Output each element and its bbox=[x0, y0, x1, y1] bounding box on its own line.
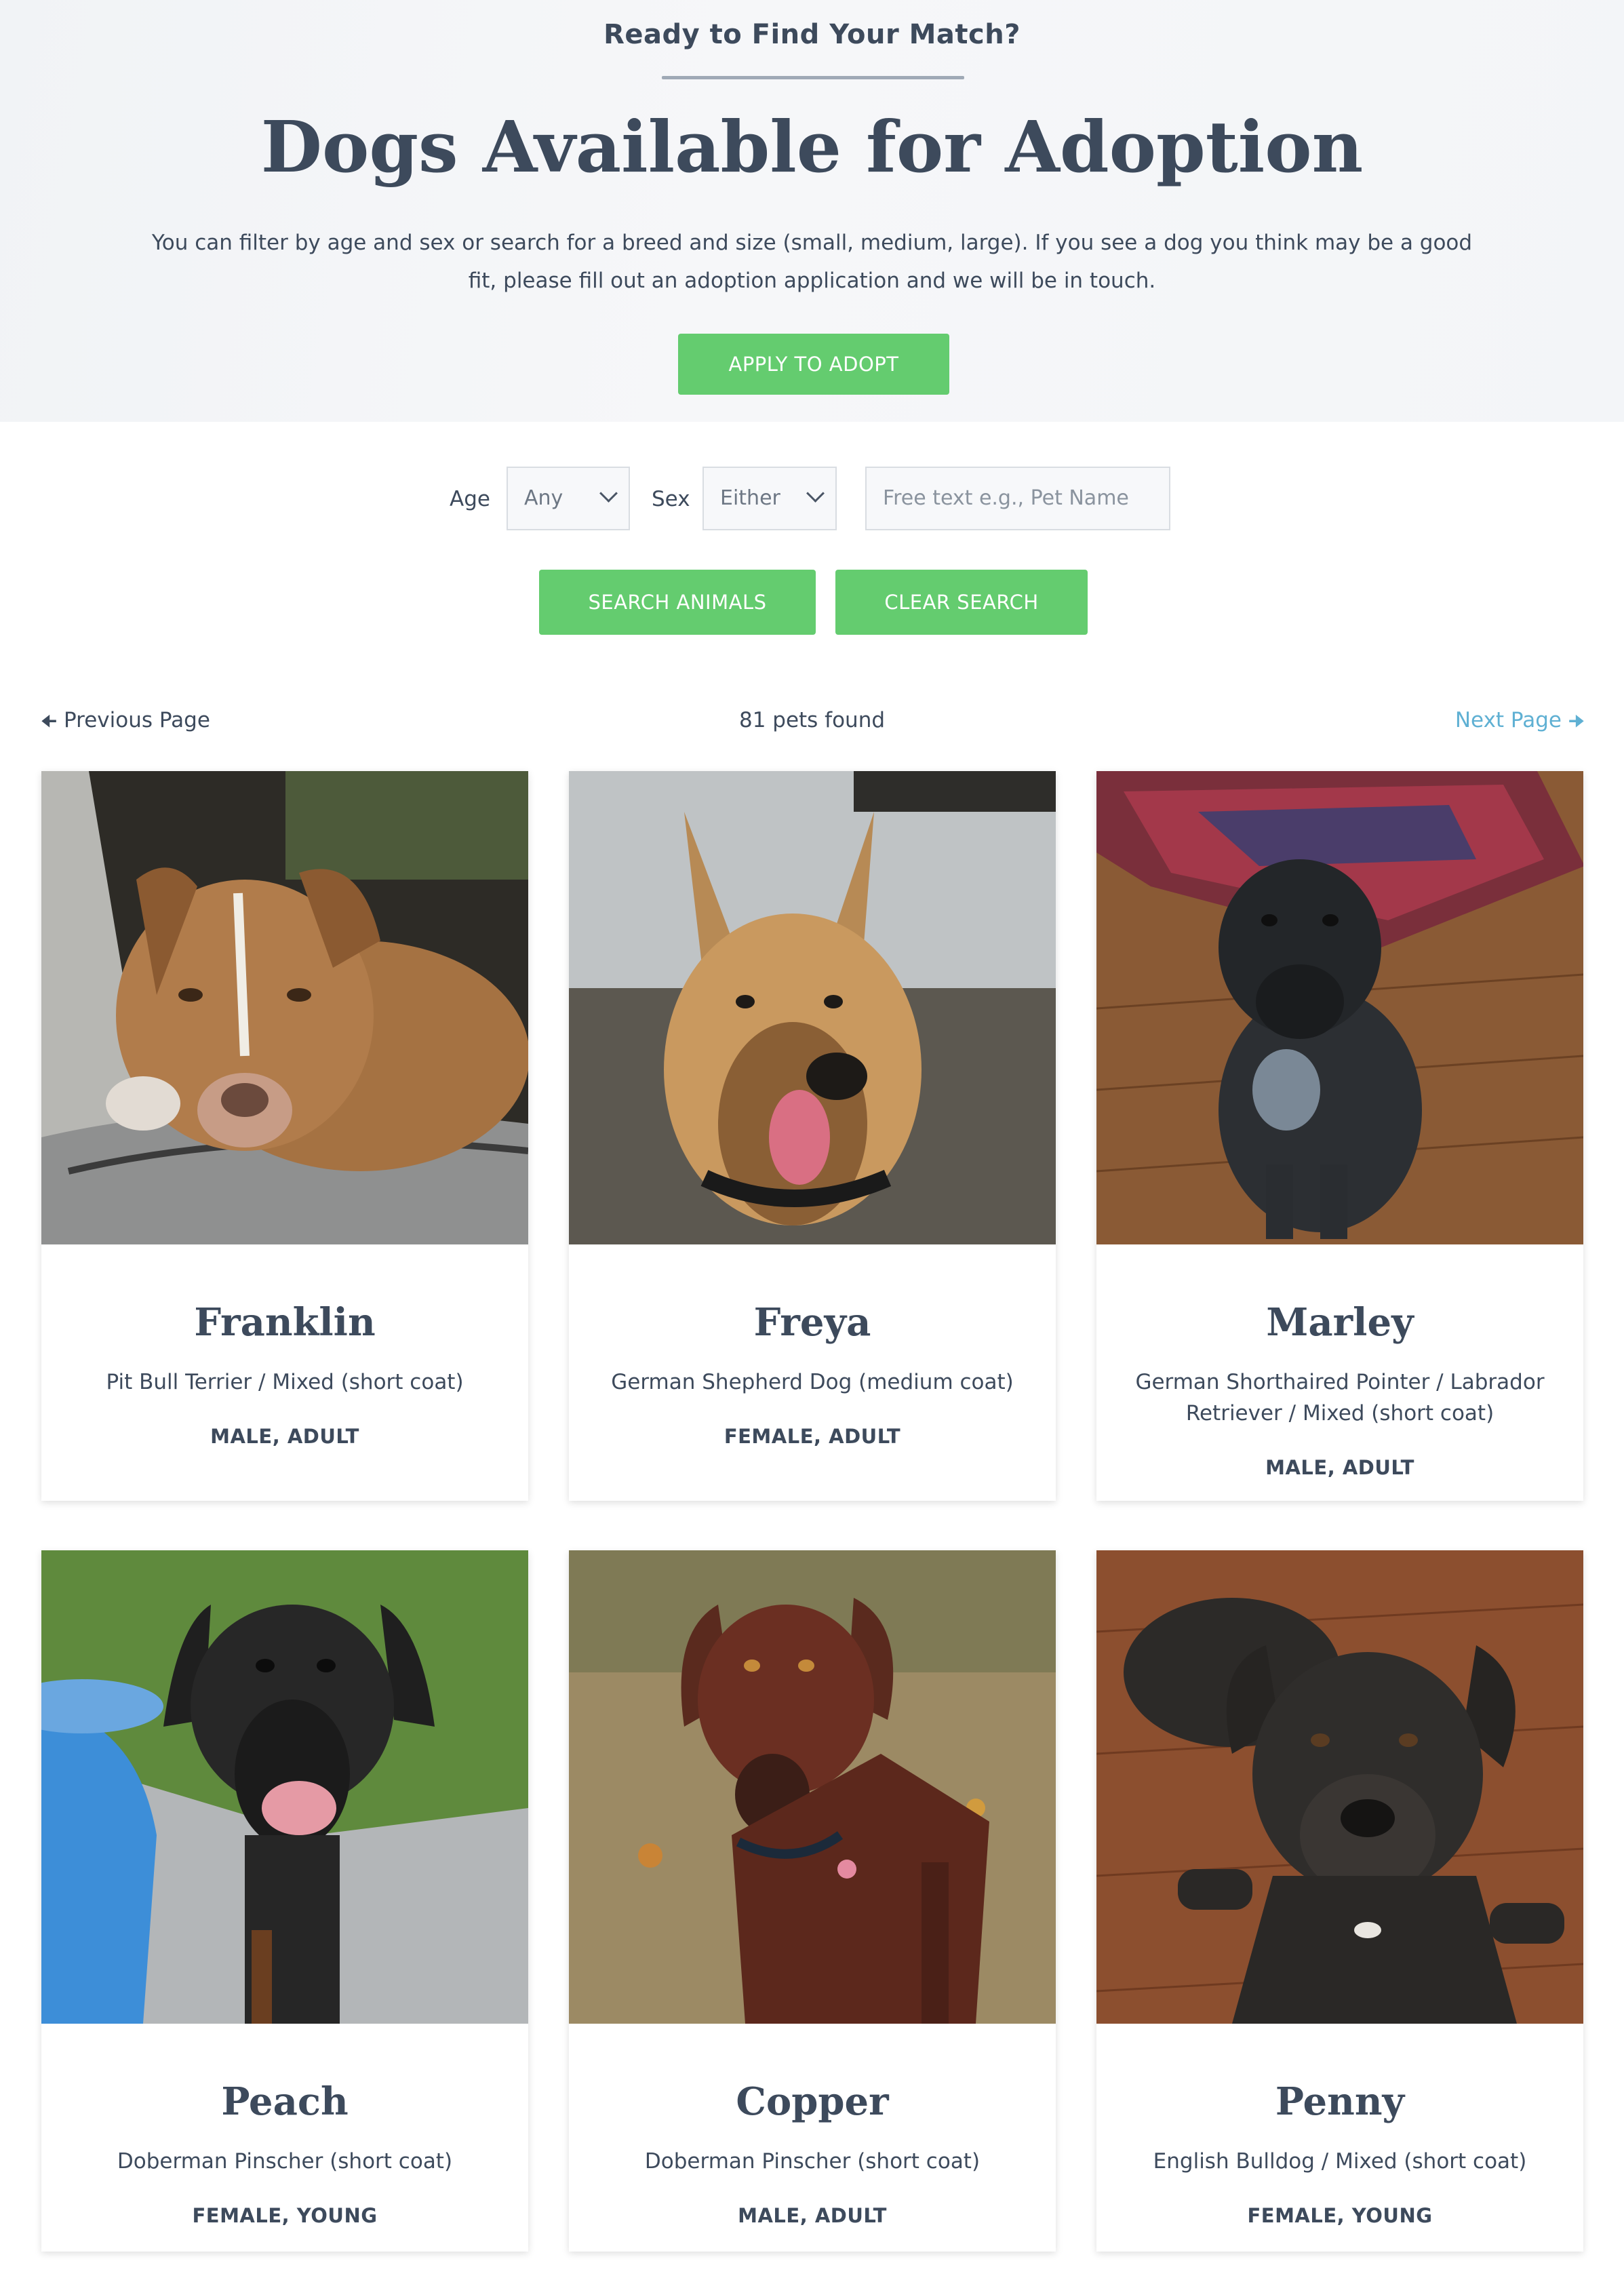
pet-sex-age: MALE, ADULT bbox=[1265, 1456, 1414, 1479]
apply-to-adopt-button[interactable]: APPLY TO ADOPT bbox=[678, 334, 949, 395]
pet-photo[interactable] bbox=[41, 771, 528, 1244]
age-label: Age bbox=[450, 487, 490, 511]
pet-name[interactable]: Franklin bbox=[41, 1300, 528, 1345]
pet-photo[interactable] bbox=[1096, 771, 1583, 1244]
pet-name[interactable]: Copper bbox=[569, 2079, 1056, 2124]
pet-sex-age: FEMALE, ADULT bbox=[724, 1425, 901, 1448]
pet-card[interactable]: Peach Doberman Pinscher (short coat) FEM… bbox=[41, 1550, 528, 2252]
sex-select[interactable]: Either bbox=[702, 467, 837, 530]
pet-breed: Doberman Pinscher (short coat) bbox=[644, 2149, 981, 2174]
hero-section: Ready to Find Your Match? Dogs Available… bbox=[0, 0, 1624, 422]
chevron-down-icon bbox=[599, 484, 618, 503]
pet-card[interactable]: Copper Doberman Pinscher (short coat) MA… bbox=[569, 1550, 1056, 2252]
pet-breed: Pit Bull Terrier / Mixed (short coat) bbox=[106, 1370, 464, 1394]
pet-sex-age: MALE, ADULT bbox=[210, 1425, 359, 1448]
pet-breed: Doberman Pinscher (short coat) bbox=[117, 2149, 453, 2174]
results-count: 81 pets found bbox=[738, 708, 886, 732]
search-animals-button[interactable]: SEARCH ANIMALS bbox=[539, 570, 816, 635]
next-page-label: Next Page bbox=[1454, 708, 1562, 732]
pet-sex-age: FEMALE, YOUNG bbox=[192, 2204, 378, 2227]
clear-search-button[interactable]: CLEAR SEARCH bbox=[835, 570, 1088, 635]
pet-sex-age: MALE, ADULT bbox=[738, 2204, 887, 2227]
eyebrow-divider bbox=[662, 76, 964, 79]
sex-label: Sex bbox=[652, 487, 690, 511]
pet-breed: German Shepherd Dog (medium coat) bbox=[611, 1370, 1014, 1394]
pet-photo[interactable] bbox=[1096, 1550, 1583, 2024]
age-select[interactable]: Any bbox=[507, 467, 630, 530]
pet-photo[interactable] bbox=[569, 1550, 1056, 2024]
pet-sex-age: FEMALE, YOUNG bbox=[1247, 2204, 1433, 2227]
page-title: Dogs Available for Adoption bbox=[260, 105, 1364, 189]
pet-card[interactable]: Marley German Shorthaired Pointer / Labr… bbox=[1096, 771, 1583, 1501]
pet-photo[interactable] bbox=[569, 771, 1056, 1244]
pet-breed: German Shorthaired Pointer / Labrador Re… bbox=[1135, 1370, 1545, 1426]
search-input[interactable]: Free text e.g., Pet Name bbox=[865, 467, 1170, 530]
pet-name[interactable]: Penny bbox=[1096, 2079, 1583, 2124]
chevron-down-icon bbox=[806, 484, 825, 503]
hero-description: You can filter by age and sex or search … bbox=[151, 231, 1473, 293]
pet-name[interactable]: Peach bbox=[41, 2079, 528, 2124]
pet-name[interactable]: Freya bbox=[569, 1300, 1056, 1345]
next-page-link[interactable]: Next Page 🠊 bbox=[1455, 708, 1585, 739]
pet-name[interactable]: Marley bbox=[1096, 1300, 1583, 1345]
pet-card[interactable]: Penny English Bulldog / Mixed (short coa… bbox=[1096, 1550, 1583, 2252]
pet-photo[interactable] bbox=[41, 1550, 528, 2024]
pet-card[interactable]: Franklin Pit Bull Terrier / Mixed (short… bbox=[41, 771, 528, 1501]
arrow-right-icon: 🠊 bbox=[1568, 711, 1585, 732]
pet-card[interactable]: Freya German Shepherd Dog (medium coat) … bbox=[569, 771, 1056, 1501]
sex-select-value: Either bbox=[720, 486, 780, 510]
pet-breed: English Bulldog / Mixed (short coat) bbox=[1153, 2149, 1527, 2174]
hero-eyebrow: Ready to Find Your Match? bbox=[603, 19, 1021, 50]
age-select-value: Any bbox=[524, 486, 563, 510]
